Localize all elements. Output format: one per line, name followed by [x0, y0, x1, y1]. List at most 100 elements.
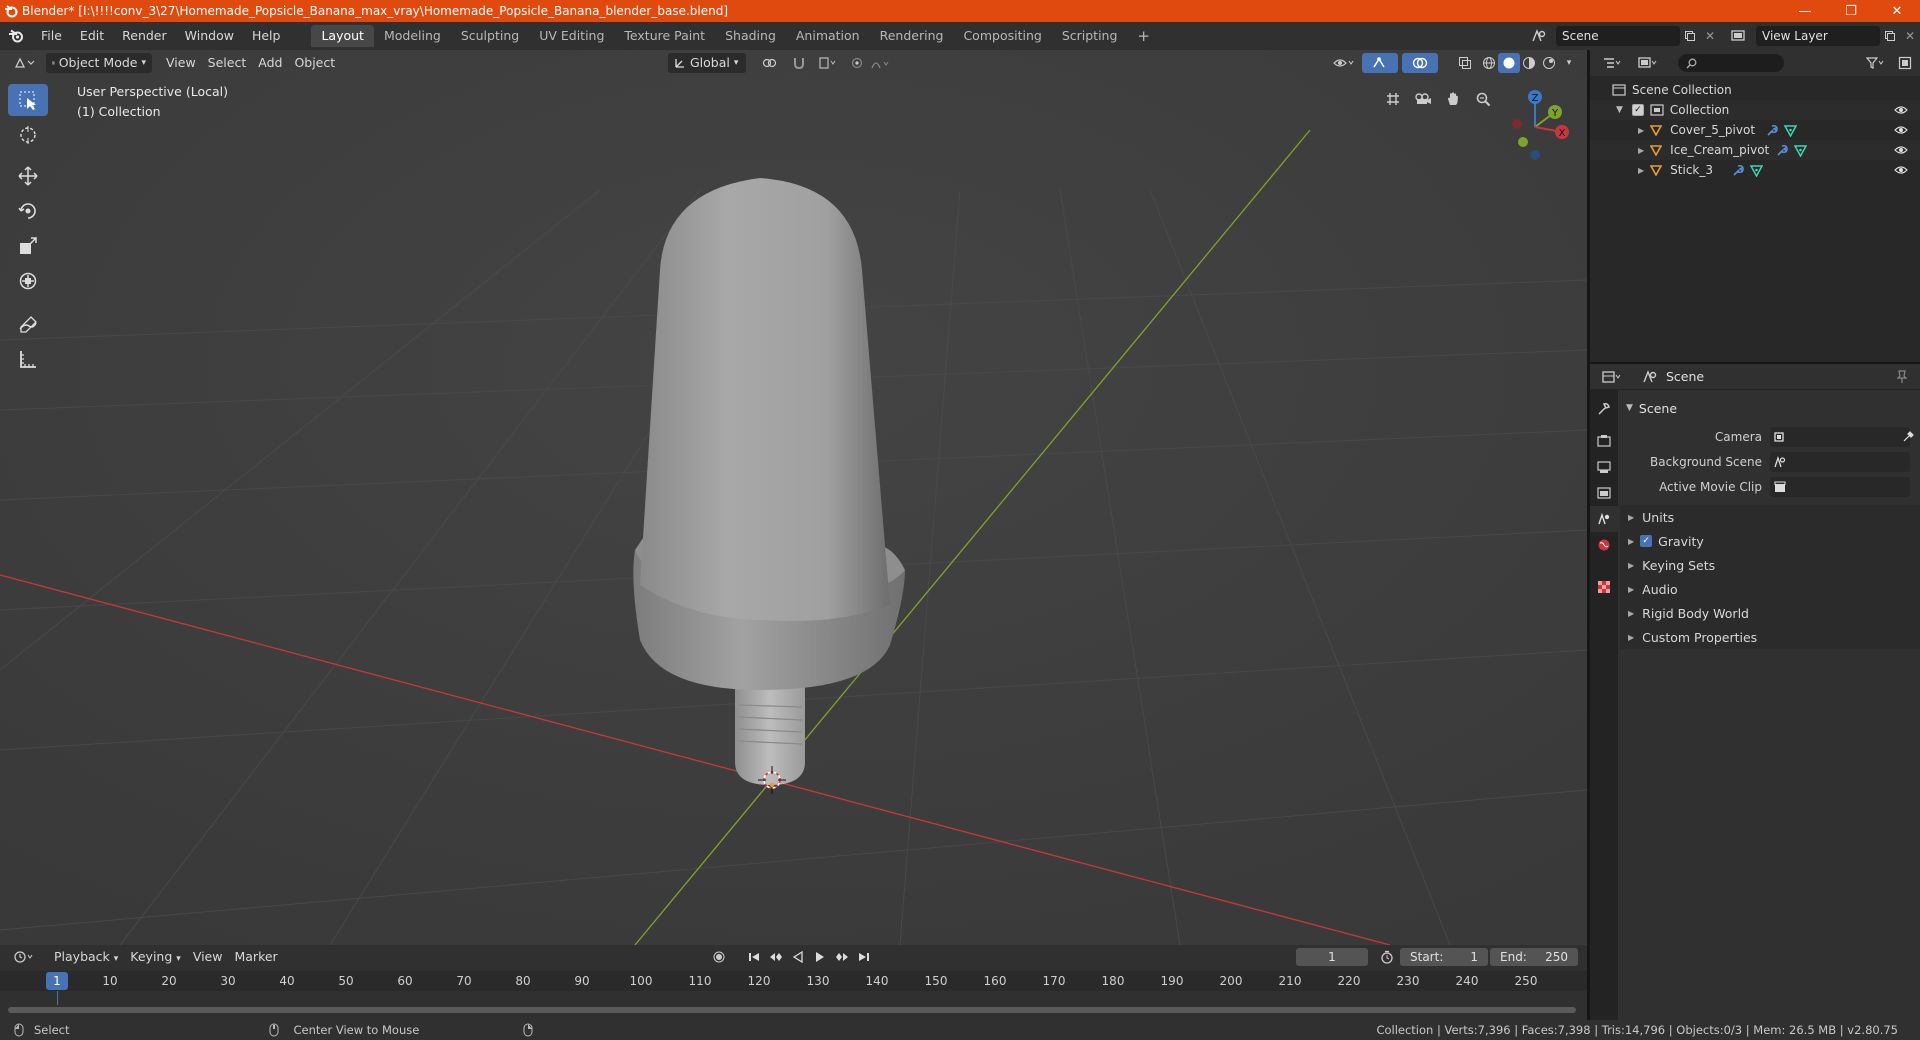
eye-icon[interactable] [1894, 105, 1908, 115]
wireframe-shading-icon[interactable] [1478, 53, 1500, 73]
jump-end-button[interactable] [854, 947, 874, 967]
move-tool[interactable] [8, 160, 48, 192]
chevron-right-icon[interactable]: ▶ [1638, 126, 1644, 135]
active-movie-clip-field[interactable] [1770, 476, 1910, 497]
play-reverse-button[interactable] [788, 947, 808, 967]
outliner-row-ice-cream[interactable]: ▶ Ice_Cream_pivot [1590, 140, 1920, 160]
new-scene-icon[interactable] [1680, 26, 1700, 46]
display-mode-icon[interactable] [1632, 53, 1664, 73]
camera-field[interactable] [1770, 426, 1914, 447]
blender-menu-icon[interactable] [0, 25, 32, 47]
pin-icon[interactable] [1896, 369, 1908, 384]
menu-select[interactable]: Select [202, 53, 253, 73]
view-layer-icon[interactable] [1724, 26, 1754, 46]
snap-icon[interactable] [788, 53, 810, 73]
menu-object[interactable]: Object [288, 53, 341, 73]
overlays-toggle-icon[interactable] [1402, 53, 1438, 73]
select-box-tool[interactable] [8, 84, 48, 116]
editor-type-icon[interactable] [8, 53, 42, 73]
proportional-editing-icon[interactable] [846, 53, 868, 73]
gizmo-toggle-icon[interactable] [1362, 53, 1398, 73]
gravity-panel[interactable]: ▶ ✓ Gravity [1620, 529, 1920, 553]
material-shading-icon[interactable] [1518, 53, 1540, 73]
tab-shading[interactable]: Shading [715, 25, 786, 47]
mesh-data-icon[interactable] [1750, 164, 1763, 177]
filter-icon[interactable] [1860, 53, 1892, 73]
tab-compositing[interactable]: Compositing [953, 25, 1051, 47]
remove-view-layer-icon[interactable]: ✕ [1900, 26, 1920, 46]
measure-tool[interactable] [8, 343, 48, 375]
menu-playback[interactable]: Playback ▾ [48, 947, 124, 967]
chevron-right-icon[interactable]: ▶ [1638, 166, 1644, 175]
custom-properties-panel[interactable]: ▶ Custom Properties [1620, 625, 1920, 649]
tab-uv-editing[interactable]: UV Editing [529, 25, 614, 47]
snap-target-icon[interactable] [812, 53, 842, 73]
menu-window[interactable]: Window [176, 25, 243, 47]
collection-checkbox-icon[interactable]: ✓ [1631, 104, 1644, 116]
tab-rendering[interactable]: Rendering [870, 25, 954, 47]
modifier-wrench-icon[interactable] [1732, 164, 1745, 177]
3d-viewport[interactable]: Object Mode ▾ View Select Add Object Glo… [0, 50, 1587, 945]
tab-scene-icon[interactable] [1590, 506, 1618, 532]
orientation-dropdown[interactable]: Global ▾ [668, 53, 746, 73]
mesh-data-icon[interactable] [1784, 124, 1797, 137]
tab-view-layer-icon[interactable] [1590, 480, 1618, 506]
tab-animation[interactable]: Animation [786, 25, 870, 47]
keying-sets-panel[interactable]: ▶ Keying Sets [1620, 553, 1920, 577]
outliner-row-scene-collection[interactable]: Scene Collection [1590, 80, 1920, 100]
minimize-button[interactable]: — [1782, 0, 1828, 22]
scene-selector-icon[interactable] [1524, 26, 1554, 46]
menu-file[interactable]: File [32, 25, 71, 47]
maximize-button[interactable]: ❐ [1828, 0, 1874, 22]
outliner-editor-type-icon[interactable] [1596, 53, 1628, 73]
remove-scene-icon[interactable]: ✕ [1700, 26, 1720, 46]
camera-view-icon[interactable] [1410, 86, 1436, 112]
end-frame-field[interactable]: End: 250 [1490, 948, 1578, 966]
outliner-row-collection[interactable]: ▼ ✓ Collection [1590, 100, 1920, 120]
record-button[interactable] [708, 947, 730, 967]
navigation-gizmo[interactable]: Y Z X [1490, 82, 1580, 172]
background-scene-field[interactable] [1770, 451, 1910, 472]
menu-add[interactable]: Add [252, 53, 288, 73]
start-frame-field[interactable]: Start: 1 [1400, 948, 1488, 966]
menu-view[interactable]: View [160, 53, 202, 73]
menu-marker[interactable]: Marker [228, 947, 283, 967]
timeline-scrollbar[interactable] [8, 1007, 1576, 1013]
menu-edit[interactable]: Edit [71, 25, 113, 47]
tab-texture-icon[interactable] [1590, 574, 1618, 600]
rigid-body-world-panel[interactable]: ▶ Rigid Body World [1620, 601, 1920, 625]
tab-world-icon[interactable] [1590, 532, 1618, 558]
eyedropper-icon[interactable] [1902, 430, 1914, 443]
timeline-ruler[interactable]: 1 10 20 30 40 50 60 70 80 90 100 110 120… [0, 971, 1587, 991]
tab-modeling[interactable]: Modeling [374, 25, 451, 47]
modifier-wrench-icon[interactable] [1766, 124, 1779, 137]
xray-toggle-icon[interactable] [1454, 53, 1476, 73]
transform-tool[interactable] [8, 265, 48, 297]
tab-layout[interactable]: Layout [311, 25, 374, 47]
new-view-layer-icon[interactable] [1880, 26, 1900, 46]
cursor-tool[interactable] [8, 119, 48, 151]
shading-options-icon[interactable]: ▾ [1558, 53, 1580, 73]
tab-sculpting[interactable]: Sculpting [451, 25, 529, 47]
timeline-editor-type-icon[interactable] [8, 947, 40, 967]
mesh-data-icon[interactable] [1794, 144, 1807, 157]
outliner-row-stick[interactable]: ▶ Stick_3 [1590, 160, 1920, 180]
rendered-shading-icon[interactable] [1538, 53, 1560, 73]
pan-view-icon[interactable] [1440, 86, 1466, 112]
current-frame-indicator[interactable]: 1 [46, 972, 68, 990]
tab-texture-paint[interactable]: Texture Paint [614, 25, 715, 47]
pivot-point-icon[interactable] [756, 53, 784, 73]
menu-render[interactable]: Render [113, 25, 176, 47]
units-panel[interactable]: ▶ Units [1620, 505, 1920, 529]
new-collection-icon[interactable] [1894, 53, 1916, 73]
chevron-right-icon[interactable]: ▶ [1638, 146, 1644, 155]
jump-keyframe-back-button[interactable] [766, 947, 786, 967]
menu-keying[interactable]: Keying ▾ [124, 947, 187, 967]
scene-panel-header[interactable]: ▼ Scene [1620, 396, 1920, 420]
view-layer-field[interactable]: View Layer [1756, 26, 1880, 46]
tab-scripting[interactable]: Scripting [1052, 25, 1128, 47]
outliner-search-input[interactable] [1678, 54, 1784, 72]
close-button[interactable]: ✕ [1874, 0, 1920, 22]
play-button[interactable] [810, 947, 830, 967]
properties-editor-type-icon[interactable] [1596, 367, 1628, 387]
